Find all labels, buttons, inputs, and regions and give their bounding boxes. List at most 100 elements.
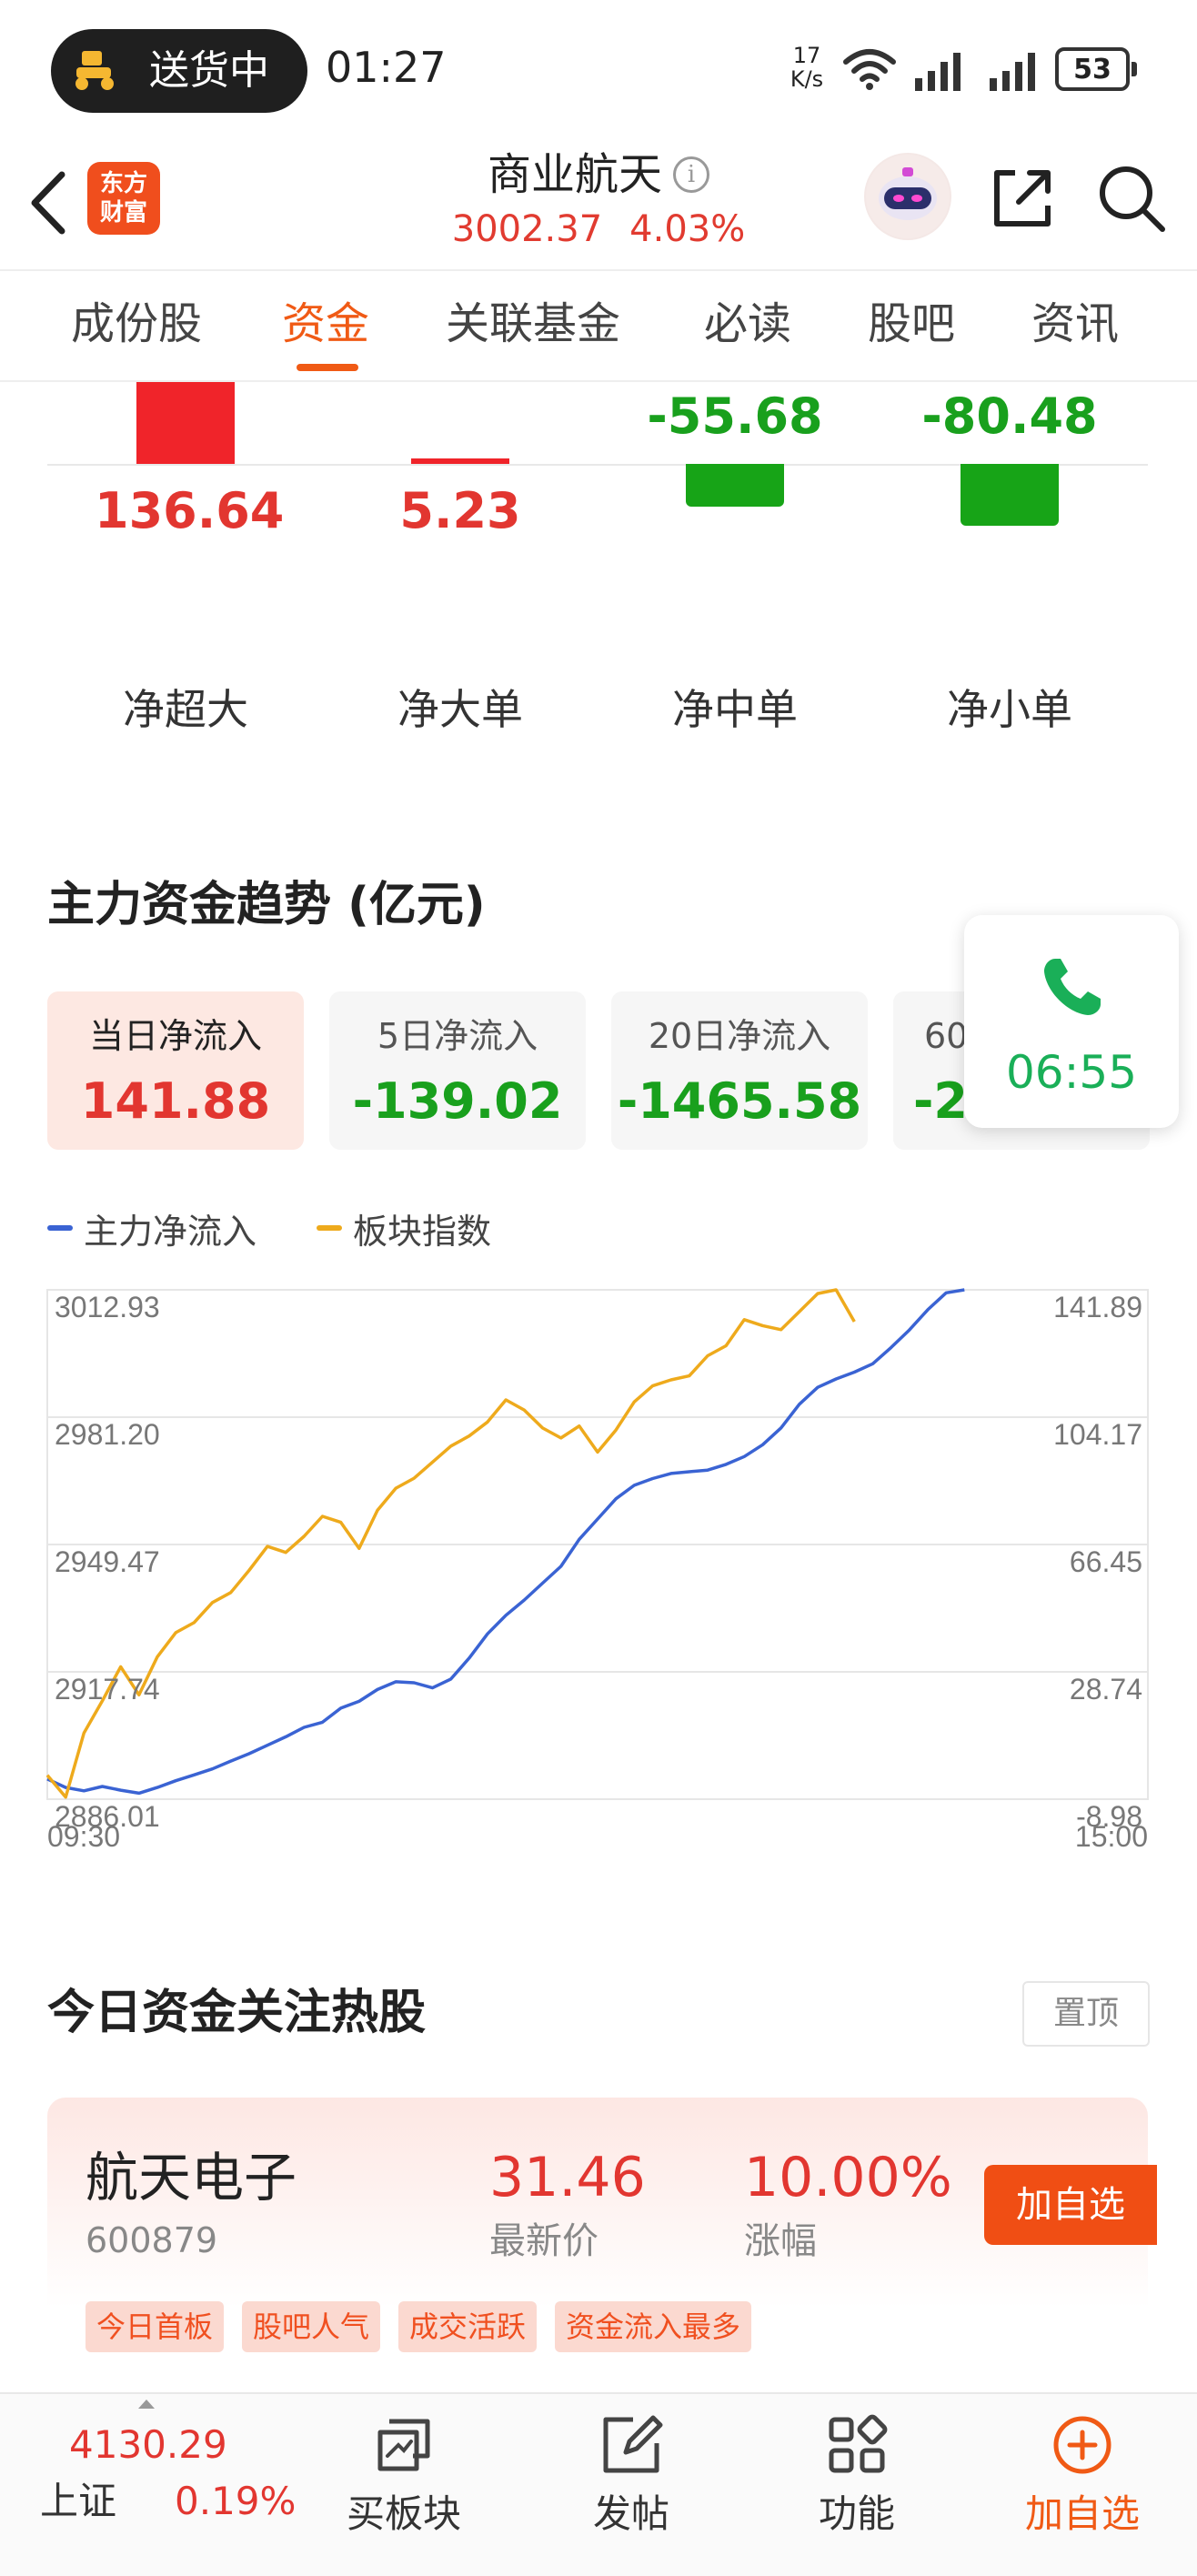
card-label: 20日净流入 (648, 1016, 831, 1056)
stock-tag: 今日首板 (86, 2301, 225, 2352)
nav-label: 功能 (818, 2491, 895, 2536)
stock-tag: 股吧人气 (242, 2301, 381, 2352)
index-name: 上证 (40, 2479, 117, 2523)
card-value: -1465.58 (617, 1072, 862, 1130)
distribution-label: 净超大 (123, 685, 248, 734)
distribution-label: 净大单 (397, 685, 523, 734)
floating-call-widget[interactable]: 06:55 (964, 915, 1179, 1128)
right-axis-tick: 104.17 (1053, 1418, 1142, 1451)
nav-label: 发帖 (592, 2491, 669, 2536)
fund-distribution: 136.64 净超大 5.23 净大单 -55.68 净中单 -80.48 净小单 (0, 382, 1197, 800)
stock-name: 航天电子 (86, 2147, 297, 2209)
status-bar: 送货中 01:27 17 K/s 53 (0, 0, 1197, 146)
card-value: 141.88 (80, 1072, 271, 1130)
stock-tag: 成交活跃 (398, 2301, 538, 2352)
pin-to-top-button[interactable]: 置顶 (1022, 1981, 1150, 2047)
delivery-status-pill[interactable]: 送货中 (51, 29, 307, 113)
card-value: -139.02 (352, 1072, 563, 1130)
compose-icon (603, 2415, 663, 2473)
tab-funds[interactable]: 资金 (282, 295, 369, 353)
card-today-net-inflow[interactable]: 当日净流入 141.88 (47, 991, 304, 1150)
sector-change-pct: 4.03% (629, 208, 746, 250)
distribution-value: 136.64 (95, 482, 285, 539)
call-duration: 06:55 (1005, 1046, 1138, 1099)
card-5day-net-inflow[interactable]: 5日净流入 -139.02 (329, 991, 586, 1150)
network-speed-value: 17 (792, 43, 821, 68)
info-icon[interactable]: i (673, 156, 709, 193)
distribution-value: -55.68 (647, 387, 823, 445)
stock-change-pct: 10.00% (744, 2146, 952, 2209)
stock-tag: 资金流入最多 (555, 2301, 752, 2352)
right-axis-tick: 66.45 (1070, 1545, 1142, 1578)
delivery-status-label: 送货中 (149, 47, 269, 94)
add-to-watchlist-button[interactable]: 加自选 (984, 2165, 1157, 2245)
buy-sector-icon (377, 2419, 430, 2471)
nav-functions[interactable]: 功能 (766, 2394, 948, 2576)
trend-section-title: 主力资金趋势 (亿元) (47, 878, 486, 932)
distribution-bar (411, 458, 509, 464)
distribution-bar (686, 464, 784, 508)
tab-related-funds[interactable]: 关联基金 (446, 295, 620, 353)
distribution-value: 5.23 (399, 482, 521, 539)
grid-icon (829, 2414, 888, 2473)
distribution-label: 净小单 (947, 685, 1072, 734)
legend-label: 主力净流入 (84, 1211, 257, 1252)
chart-legend: 主力净流入 板块指数 (47, 1201, 551, 1255)
stock-price-label: 最新价 (489, 2220, 598, 2262)
nav-label: 加自选 (1024, 2491, 1140, 2536)
x-axis-start-label: 09:30 (47, 1820, 120, 1853)
bottom-nav-bar: 4130.29 上证 0.19% 买板块 发帖 功能 加自选 (0, 2392, 1197, 2576)
battery-icon: 53 (1055, 47, 1137, 91)
stock-change-label: 涨幅 (744, 2220, 817, 2262)
card-label: 5日净流入 (377, 1016, 538, 1056)
nav-add-watchlist[interactable]: 加自选 (991, 2394, 1173, 2576)
expand-caret-icon (138, 2400, 155, 2409)
tab-constituents[interactable]: 成份股 (71, 295, 202, 353)
left-axis-tick: 2981.20 (55, 1418, 160, 1451)
stock-price: 31.46 (489, 2146, 646, 2209)
signal-strength-icon (915, 53, 961, 91)
nav-post[interactable]: 发帖 (540, 2394, 722, 2576)
ai-assistant-icon[interactable] (864, 153, 951, 240)
active-tab-indicator (297, 364, 358, 371)
distribution-bar (136, 382, 235, 464)
tab-guba[interactable]: 股吧 (868, 295, 955, 353)
right-axis-tick: 28.74 (1070, 1673, 1142, 1706)
index-value: 4130.29 (69, 2422, 227, 2467)
share-icon[interactable] (988, 164, 1057, 233)
sector-price: 3002.37 (451, 208, 603, 250)
search-icon[interactable] (1095, 162, 1168, 235)
status-time: 01:27 (326, 43, 447, 92)
fund-trend-chart[interactable]: 3012.93 141.89 2981.20 104.17 2949.47 66.45 29… (0, 1273, 1197, 1874)
page-title: 商业航天 (487, 149, 662, 200)
stock-code: 600879 (86, 2220, 218, 2260)
card-20day-net-inflow[interactable]: 20日净流入 -1465.58 (611, 991, 868, 1150)
tab-bar: 成份股 资金 关联基金 必读 股吧 资讯 (0, 269, 1197, 382)
index-change-pct: 0.19% (175, 2479, 297, 2523)
main-inflow-line (46, 1288, 965, 1796)
nav-buy-sector[interactable]: 买板块 (313, 2394, 495, 2576)
tab-news[interactable]: 资讯 (1031, 295, 1119, 353)
stock-tags: 今日首板 股吧人气 成交活跃 资金流入最多 (86, 2301, 770, 2352)
distribution-bar (961, 464, 1059, 527)
left-axis-tick: 3012.93 (55, 1291, 160, 1323)
legend-label: 板块指数 (353, 1211, 492, 1252)
network-speed-unit: K/s (790, 66, 824, 92)
left-axis-tick: 2949.47 (55, 1545, 160, 1578)
legend-item-sector-index[interactable]: 板块指数 (317, 1203, 491, 1253)
hot-stock-card[interactable]: 航天电子 600879 31.46 最新价 10.00% 涨幅 加自选 今日首板… (47, 2098, 1157, 2398)
sector-index-line (45, 1288, 856, 1799)
legend-item-main-inflow[interactable]: 主力净流入 (47, 1203, 256, 1253)
delivery-scooter-icon (75, 51, 114, 90)
network-speed: 17 K/s (784, 44, 830, 91)
distribution-value: -80.48 (921, 387, 1098, 445)
signal-strength-icon-2 (990, 53, 1035, 91)
card-label: 当日净流入 (88, 1016, 262, 1056)
x-axis-end-label: 15:00 (1075, 1820, 1148, 1853)
page-header: 东方 财富 商业航天 i 3002.37 4.03% (0, 146, 1197, 269)
legend-swatch (317, 1225, 343, 1231)
legend-swatch (47, 1225, 73, 1231)
phone-icon (1044, 959, 1101, 1015)
add-circle-icon (1053, 2416, 1112, 2474)
tab-must-read[interactable]: 必读 (704, 295, 791, 353)
